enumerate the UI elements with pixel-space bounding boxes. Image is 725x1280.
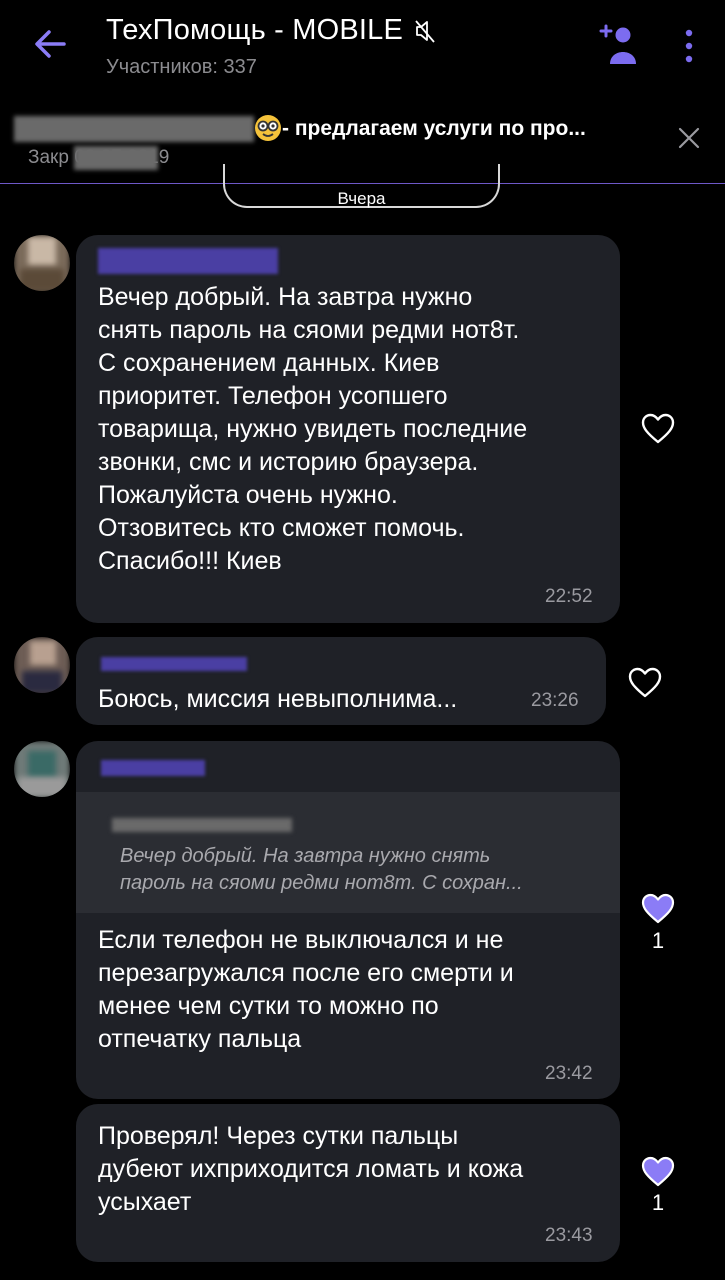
nerd-face-emoji [255,115,281,141]
like-count: 1 [651,1190,665,1215]
avatar[interactable] [14,235,70,291]
quoted-message-text: Вечер добрый. На завтра нужно снять паро… [120,845,523,894]
heart-filled-icon[interactable] [641,893,675,925]
chat-title-text: ТехПомощь - MOBILE [106,14,404,46]
add-user-icon[interactable] [598,22,642,66]
close-icon[interactable] [676,125,702,151]
sender-name-redacted [98,248,278,274]
message-time: 23:26 [531,690,579,711]
message-text: Проверял! Через сутки пальцы дубеют ихпр… [98,1122,524,1216]
message-time: 23:43 [545,1225,593,1246]
avatar[interactable] [14,741,70,797]
heart-outline-icon[interactable] [641,413,675,445]
muted-icon [415,20,435,43]
avatar[interactable] [14,637,70,693]
like-count: 1 [651,928,665,953]
date-separator: Вчера [337,189,386,208]
participants-count: Участников: 337 [106,56,257,78]
message-text: Если телефон не выключался и не перезагр… [98,926,514,1053]
pinned-author-redacted [14,116,254,142]
sender-name-redacted [101,760,205,776]
back-arrow-icon[interactable] [30,24,70,64]
message-text: Боюсь, миссия невыполнима... [98,685,458,713]
chat-title[interactable]: ТехПомощь - MOBILE [106,14,435,47]
more-vert-icon[interactable] [678,28,700,64]
message-time: 22:52 [545,586,593,607]
message-time: 23:42 [545,1063,593,1084]
message-text: Вечер добрый. На завтра нужно снять паро… [98,283,528,575]
pinned-message-title: - предлагаем услуги по про... [282,117,586,140]
quoted-author-redacted [112,818,292,832]
heart-filled-icon[interactable] [641,1156,675,1188]
heart-outline-icon[interactable] [628,667,662,699]
pinned-date-redacted [74,146,158,170]
sender-name-redacted [101,657,247,671]
